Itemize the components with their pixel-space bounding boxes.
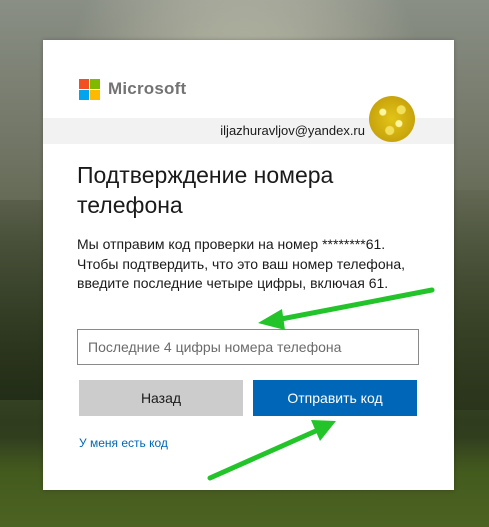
page-description: Мы отправим код проверки на номер ******… (77, 236, 406, 291)
have-code-link[interactable]: У меня есть код (79, 436, 168, 450)
send-code-button[interactable]: Отправить код (253, 380, 417, 416)
sign-in-card: Microsoft iljazhuravljov@yandex.ru Подтв… (43, 40, 454, 490)
phone-digits-input[interactable] (77, 329, 419, 365)
user-avatar (369, 96, 415, 142)
microsoft-logo: Microsoft (79, 78, 186, 100)
microsoft-logo-icon (79, 78, 100, 100)
page-title: Подтверждение номера телефона (77, 162, 334, 218)
brand-name: Microsoft (108, 79, 187, 98)
back-button[interactable]: Назад (79, 380, 243, 416)
account-email: iljazhuravljov@yandex.ru (220, 123, 365, 138)
